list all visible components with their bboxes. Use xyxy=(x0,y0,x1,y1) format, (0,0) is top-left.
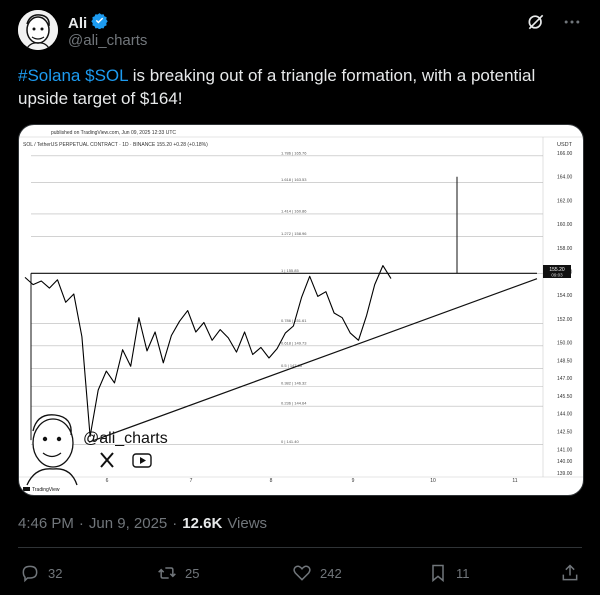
y-tick-label: 145.50 xyxy=(557,394,573,400)
y-tick-label: 150.00 xyxy=(557,341,573,347)
fib-level-label: 1 | 155.85 xyxy=(281,268,299,273)
triangle-support-line xyxy=(88,278,538,443)
repost-count: 25 xyxy=(185,565,200,581)
y-tick-label: 154.00 xyxy=(557,293,573,299)
tweet-date[interactable]: Jun 9, 2025 xyxy=(89,515,167,532)
chart-symbol-text: SOL / TetherUS PERPETUAL CONTRACT · 1D ·… xyxy=(23,142,208,148)
heart-icon xyxy=(293,565,311,581)
share-icon xyxy=(562,564,578,581)
meta-separator: · xyxy=(78,515,84,532)
x-tick-label: 11 xyxy=(512,478,517,484)
y-tick-label: 147.00 xyxy=(557,376,573,382)
fib-level-label: 1.414 | 160.86 xyxy=(281,208,307,213)
repost-icon xyxy=(158,567,176,579)
y-tick-label: 140.00 xyxy=(557,459,573,465)
tweet-time[interactable]: 4:46 PM xyxy=(18,515,74,532)
tradingview-brand: TradingView xyxy=(32,487,60,493)
bookmark-count: 11 xyxy=(456,565,470,581)
y-tick-label: 141.00 xyxy=(557,447,573,453)
reply-count: 32 xyxy=(48,565,63,581)
x-tick-label: 9 xyxy=(352,478,355,484)
fib-level-label: 1.272 | 158.96 xyxy=(281,231,307,236)
fib-level-label: 0.382 | 146.32 xyxy=(281,381,307,386)
x-tick-label: 6 xyxy=(106,478,109,484)
like-count: 242 xyxy=(320,565,342,581)
share-button[interactable] xyxy=(560,563,580,583)
fib-level-label: 0 | 141.40 xyxy=(281,439,299,444)
tweet-meta: 4:46 PM · Jun 9, 2025 · 12.6K Views xyxy=(18,515,267,532)
fib-level-label: 1.618 | 163.53 xyxy=(281,177,307,182)
like-button[interactable]: 242 xyxy=(292,563,342,583)
more-options-icon[interactable] xyxy=(562,12,582,37)
y-tick-label: 162.00 xyxy=(557,198,573,204)
repost-button[interactable]: 25 xyxy=(157,563,199,583)
reply-button[interactable]: 32 xyxy=(20,563,62,583)
author-handle[interactable]: @ali_charts xyxy=(68,32,147,49)
fib-level-label: 0.236 | 144.64 xyxy=(281,401,307,406)
y-tick-label: 166.00 xyxy=(557,151,573,157)
avatar[interactable] xyxy=(18,10,58,50)
tweet-text: #Solana $SOL is breaking out of a triang… xyxy=(18,64,578,110)
watermark-avatar-icon xyxy=(26,414,78,486)
watermark-x-icon xyxy=(100,452,114,468)
grok-icon[interactable] xyxy=(526,12,546,37)
y-tick-label: 142.50 xyxy=(557,430,573,436)
tweet-actions: 32 25 242 11 xyxy=(20,563,585,589)
y-tick-label: 144.00 xyxy=(557,412,573,418)
y-tick-label: 152.00 xyxy=(557,317,573,323)
fib-level-label: 1.786 | 165.76 xyxy=(281,150,307,155)
meta-separator: · xyxy=(172,515,178,532)
price-tag-time: 09:03 xyxy=(551,273,563,278)
hashtag-link[interactable]: #Solana xyxy=(18,66,80,85)
bookmark-icon xyxy=(432,564,444,583)
watermark-handle: @ali_charts xyxy=(83,430,168,447)
fib-level-label: 0.618 | 149.73 xyxy=(281,340,307,345)
author-watermark: @ali_charts xyxy=(26,414,168,486)
x-tick-label: 10 xyxy=(430,478,436,484)
chart-currency-label: USDT xyxy=(557,142,573,148)
y-tick-label: 158.00 xyxy=(557,246,573,252)
y-tick-label: 160.00 xyxy=(557,222,573,228)
y-tick-label: 148.50 xyxy=(557,358,573,364)
author-name[interactable]: Ali xyxy=(68,15,87,32)
tweet-header: Ali @ali_charts xyxy=(18,10,588,54)
price-series-line xyxy=(24,265,392,437)
watermark-youtube-icon xyxy=(132,453,152,468)
chart-published-text: published on TradingView.com, Jun 09, 20… xyxy=(51,130,176,136)
views-count: 12.6K xyxy=(182,515,223,532)
cashtag-link[interactable]: $SOL xyxy=(85,66,128,85)
views-label: Views xyxy=(227,515,268,532)
x-tick-label: 8 xyxy=(270,478,273,484)
bookmark-button[interactable]: 11 xyxy=(428,563,470,583)
price-chart: published on TradingView.com, Jun 09, 20… xyxy=(19,130,583,493)
tweet-media-chart[interactable]: published on TradingView.com, Jun 09, 20… xyxy=(18,124,584,496)
divider xyxy=(18,547,582,548)
x-tick-label: 7 xyxy=(190,478,193,484)
y-tick-label: 139.00 xyxy=(557,471,573,477)
verified-badge-icon xyxy=(91,12,108,34)
y-tick-label: 164.00 xyxy=(557,175,573,181)
tradingview-logo-icon: TradingView xyxy=(23,487,60,493)
reply-icon xyxy=(22,565,38,583)
